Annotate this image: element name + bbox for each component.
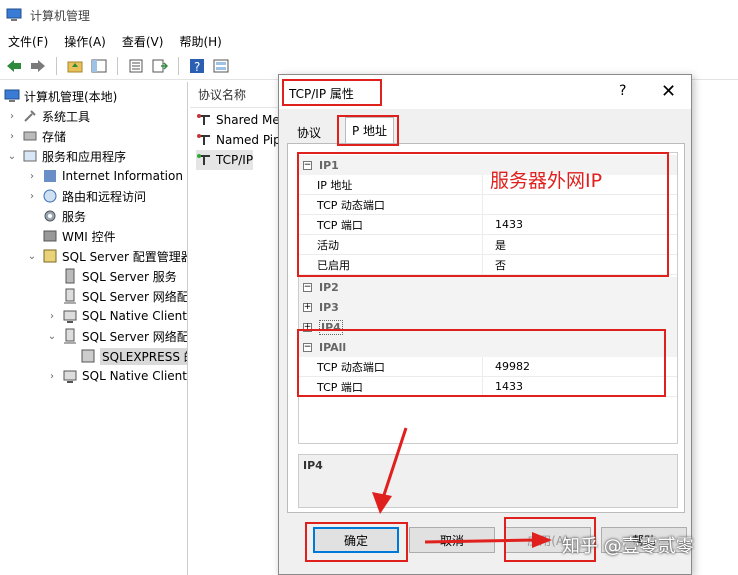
property-row[interactable]: TCP 动态端口 49982 [299,357,677,377]
tree-item-iis[interactable]: › Internet Information S [26,166,187,186]
forward-arrow-icon[interactable] [28,56,48,76]
chevron-right-icon[interactable]: › [26,170,38,182]
list-item-shared-memory[interactable]: Shared Me [196,110,280,130]
tree-item-wmi[interactable]: WMI 控件 [42,226,116,246]
window-titlebar: 计算机管理 [0,0,738,30]
svg-text:?: ? [194,60,200,74]
back-arrow-icon[interactable] [4,56,24,76]
server-icon [65,268,75,284]
property-row[interactable]: IP 地址 [299,175,677,195]
annotation-label: 服务器外网IP [490,170,603,192]
storage-icon [23,131,37,141]
chevron-down-icon[interactable]: ⌄ [6,150,18,162]
tree-item-sqlexpress-protocols[interactable]: SQLEXPRESS 的 [80,346,187,366]
chevron-right-icon[interactable]: › [26,190,38,202]
property-row[interactable]: TCP 端口 1433 [299,215,677,235]
menu-bar: 文件(F) 操作(A) 查看(V) 帮助(H) [0,30,738,52]
property-grid: − IP1 IP 地址 TCP 动态端口 TCP 端口 1433 活动是 已启用否… [298,152,678,444]
ok-button[interactable]: 确定 [313,527,399,553]
zhihu-watermark: 知乎 @壹零贰零 [562,536,694,557]
property-row[interactable]: 已启用否 [299,255,677,275]
toolbar-separator [178,56,179,75]
tree-item-sql-config[interactable]: ⌄ SQL Server 配置管理器 [26,246,187,266]
network-config-icon [64,288,76,304]
chevron-right-icon[interactable]: › [6,130,18,142]
dialog-title: TCP/IP 属性 [289,87,354,101]
chevron-right-icon[interactable]: › [46,310,58,322]
tree-item-services[interactable]: 服务 [42,206,86,226]
collapse-icon[interactable]: − [303,160,312,170]
help-button[interactable]: ? [619,83,626,99]
native-client-icon [63,310,77,323]
computer-management-icon [4,89,20,102]
ip-addresses-panel: − IP1 IP 地址 TCP 动态端口 TCP 端口 1433 活动是 已启用否… [287,143,685,513]
group-ip3[interactable]: + IP3 [299,297,677,317]
gear-icon [44,210,56,222]
help-icon[interactable]: ? [187,56,207,76]
network-config-icon [64,328,76,344]
tree-item-sql-network-1[interactable]: SQL Server 网络配 [62,286,187,306]
close-icon[interactable]: ✕ [661,81,676,102]
description-box: IP4 [298,454,678,508]
property-row[interactable]: TCP 端口 1433 [299,377,677,397]
chevron-down-icon[interactable]: ⌄ [26,250,38,262]
tree-item-sql-network-2[interactable]: ⌄ SQL Server 网络配 [46,326,187,346]
tree-item-sql-native-2[interactable]: › SQL Native Client [46,366,187,386]
collapse-icon[interactable]: − [303,282,312,292]
tree-item-sql-services[interactable]: SQL Server 服务 [62,266,177,286]
protocols-icon [81,349,95,363]
menu-view[interactable]: 查看(V) [122,33,164,50]
tab-ip-addresses[interactable]: P 地址 [345,117,395,143]
show-hide-tree-icon[interactable] [89,56,109,76]
group-ip2[interactable]: − IP2 [299,277,677,297]
window-title: 计算机管理 [30,8,91,23]
console-tree: 计算机管理(本地) › 系统工具 › 存储 ⌄ 服务和应用程序 › Intern… [0,82,188,575]
menu-file[interactable]: 文件(F) [8,33,48,50]
chevron-right-icon[interactable]: › [46,370,58,382]
column-header-protocol-name[interactable]: 协议名称 [190,82,290,108]
menu-help[interactable]: 帮助(H) [179,33,221,50]
tree-item-routing[interactable]: › 路由和远程访问 [26,186,146,206]
collapse-icon[interactable]: − [303,342,312,352]
iis-icon [44,170,56,182]
tab-strip: 协议 P 地址 [287,117,685,143]
tools-icon [24,110,36,122]
tcpip-properties-dialog: TCP/IP 属性 ? ✕ 协议 P 地址 − IP1 IP 地址 TCP 动态… [278,74,692,575]
properties-icon[interactable] [126,56,146,76]
protocol-icon [197,134,210,145]
wmi-icon [43,230,57,242]
toolbar-separator [117,56,118,75]
export-list-icon[interactable] [150,56,170,76]
computer-management-icon [6,8,22,21]
group-ipall[interactable]: − IPAll [299,337,677,357]
protocol-icon [197,154,210,165]
tree-item-system-tools[interactable]: › 系统工具 [6,106,90,126]
tree-item-services-apps[interactable]: ⌄ 服务和应用程序 [6,146,126,166]
chevron-right-icon[interactable]: › [6,110,18,122]
routing-icon [43,189,57,203]
toolbar-separator [56,56,57,75]
list-item-tcp-ip[interactable]: TCP/IP [196,150,254,170]
services-apps-icon [23,150,37,162]
group-ip4[interactable]: + IP4 [299,317,677,337]
menu-action[interactable]: 操作(A) [64,33,106,50]
tree-item-root[interactable]: 计算机管理(本地) [4,86,117,106]
expand-icon[interactable]: + [303,302,312,312]
native-client-icon [63,370,77,383]
dialog-titlebar: TCP/IP 属性 ? ✕ [279,75,691,109]
list-item-named-pipes[interactable]: Named Pip [196,130,281,150]
view-icon[interactable] [211,56,231,76]
tree-item-sql-native-1[interactable]: › SQL Native Client [46,306,187,326]
tab-protocol[interactable]: 协议 [291,121,327,143]
sql-config-icon [43,249,57,263]
expand-icon[interactable]: + [303,322,312,332]
property-row[interactable]: 活动是 [299,235,677,255]
cancel-button[interactable]: 取消 [409,527,495,553]
property-row[interactable]: TCP 动态端口 [299,195,677,215]
up-folder-icon[interactable] [65,56,85,76]
chevron-down-icon[interactable]: ⌄ [46,330,58,342]
protocol-icon [197,114,210,125]
tree-item-storage[interactable]: › 存储 [6,126,66,146]
group-ip1[interactable]: − IP1 [299,155,677,175]
